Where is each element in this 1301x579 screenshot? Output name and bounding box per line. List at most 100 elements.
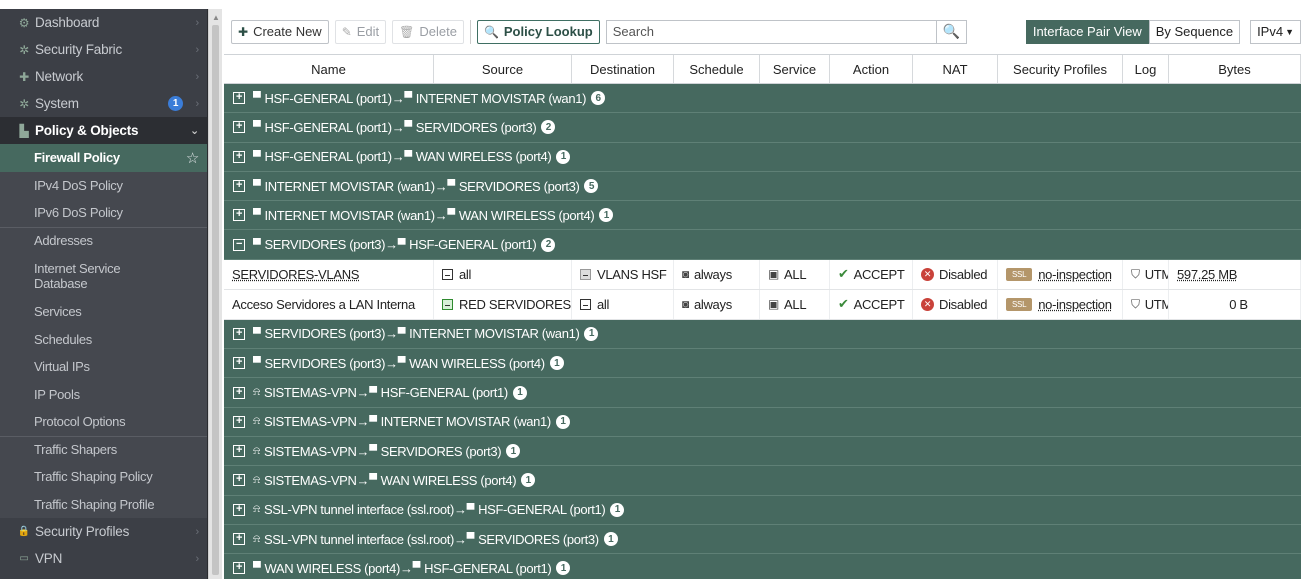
cell-name[interactable]: SERVIDORES-VLANS: [224, 259, 434, 289]
interface-pair-view-button[interactable]: Interface Pair View: [1025, 19, 1149, 44]
cell-name[interactable]: Acceso Servidores a LAN Interna: [224, 289, 434, 319]
scroll-up-icon[interactable]: ▲: [212, 13, 220, 22]
sidebar-item-addresses[interactable]: Addresses: [0, 226, 207, 254]
by-sequence-button[interactable]: By Sequence: [1148, 19, 1241, 44]
scrollbar-thumb[interactable]: [212, 25, 219, 575]
sidebar-item-security-fabric[interactable]: ✲ Security Fabric ›: [0, 36, 207, 63]
interface-pair-group-row[interactable]: + ▀ INTERNET MOVISTAR (wan1) → ▀ SERVIDORES…: [224, 171, 1301, 202]
sidebar-item-ip-pools[interactable]: IP Pools: [0, 380, 207, 408]
policy-lookup-button[interactable]: 🔍 Policy Lookup: [476, 19, 600, 44]
column-header-schedule[interactable]: Schedule: [674, 55, 760, 83]
edit-button[interactable]: ✎ Edit: [334, 19, 387, 44]
expand-icon[interactable]: +: [233, 562, 245, 575]
sidebar-item-dashboard[interactable]: ⚙ Dashboard ›: [0, 9, 207, 36]
sidebar-scrollbar[interactable]: ▲: [208, 9, 222, 579]
column-header-bytes[interactable]: Bytes: [1169, 55, 1301, 83]
column-header-service[interactable]: Service: [760, 55, 830, 83]
sidebar-item-firewall-policy[interactable]: Firewall Policy ☆: [0, 144, 207, 172]
vpn-interface-icon: ⍾: [253, 415, 260, 428]
delete-button[interactable]: 🗑 Delete: [392, 19, 464, 44]
cell-security-profiles: SSL no-inspection: [998, 259, 1123, 289]
sidebar-item-network[interactable]: ✚ Network ›: [0, 63, 207, 90]
security-profile-value[interactable]: no-inspection: [1038, 297, 1112, 312]
sidebar-item-ipv6-dos-policy[interactable]: IPv6 DoS Policy: [0, 199, 207, 227]
interface-pair-group-row[interactable]: + ▀ INTERNET MOVISTAR (wan1) → ▀ WAN WIRELE…: [224, 201, 1301, 231]
expand-icon[interactable]: +: [233, 121, 245, 134]
expand-icon[interactable]: +: [233, 92, 245, 105]
sidebar-item-label: Policy & Objects: [35, 123, 139, 138]
expand-icon[interactable]: +: [233, 533, 245, 545]
interface-pair-group-row[interactable]: + ▀ HSF-GENERAL (port1) → ▀ WAN WIRELESS (p…: [224, 142, 1301, 172]
interface-pair-group-row[interactable]: + ⍾ SSL-VPN tunnel interface (ssl.root) → …: [224, 495, 1301, 525]
column-header-action[interactable]: Action: [830, 55, 913, 83]
policy-name[interactable]: Acceso Servidores a LAN Interna: [232, 297, 415, 312]
column-header-destination[interactable]: Destination: [572, 55, 674, 83]
expand-icon[interactable]: +: [233, 180, 245, 193]
security-profile-value[interactable]: no-inspection: [1038, 267, 1112, 282]
expand-icon[interactable]: +: [233, 327, 245, 340]
interface-pair-group-row[interactable]: + ⍾ SISTEMAS-VPN → ▀ WAN WIRELESS (port4) 1: [224, 466, 1301, 496]
expand-icon[interactable]: +: [233, 209, 245, 222]
sidebar-item-vpn[interactable]: ▭ VPN ›: [0, 545, 207, 572]
search-button[interactable]: 🔍: [935, 20, 966, 43]
column-header-source[interactable]: Source: [434, 55, 572, 83]
group-destination-interface: SERVIDORES (port3): [478, 531, 599, 547]
interface-pair-group-row[interactable]: − ▀ SERVIDORES (port3) → ▀ HSF-GENERAL (por…: [224, 230, 1301, 260]
policy-name[interactable]: SERVIDORES-VLANS: [232, 267, 359, 282]
interface-icon: ▀: [447, 209, 455, 222]
sidebar-item-protocol-options[interactable]: Protocol Options: [0, 408, 207, 436]
ip-version-dropdown[interactable]: IPv4 ▼: [1250, 19, 1301, 44]
group-destination-interface: SERVIDORES (port3): [415, 119, 537, 135]
cell-destination: all: [572, 289, 674, 319]
sidebar-item-label: IPv6 DoS Policy: [34, 205, 123, 221]
interface-pair-group-row[interactable]: + ▀ HSF-GENERAL (port1) → ▀ SERVIDORES (por…: [224, 113, 1301, 143]
interface-pair-group-row[interactable]: + ▀ SERVIDORES (port3) → ▀ WAN WIRELESS (po…: [224, 349, 1301, 379]
column-header-nat[interactable]: NAT: [913, 55, 998, 83]
sidebar-item-virtual-ips[interactable]: Virtual IPs: [0, 353, 207, 381]
group-source-interface: SERVIDORES (port3): [264, 237, 386, 253]
collapse-icon[interactable]: −: [233, 238, 245, 251]
table-row[interactable]: SERVIDORES-VLANS all VLANS HSF ◙ always ▣ ALL ✔…: [224, 259, 1301, 290]
group-destination-interface: WAN WIRELESS (port4): [415, 149, 552, 165]
service-icon: ▣: [768, 297, 780, 312]
sidebar-item-traffic-shaping-policy[interactable]: Traffic Shaping Policy: [0, 463, 207, 491]
notification-badge: 1: [168, 96, 183, 111]
interface-pair-group-row[interactable]: + ⍾ SISTEMAS-VPN → ▀ HSF-GENERAL (port1) 1: [224, 378, 1301, 408]
interface-pair-group-row[interactable]: + ⍾ SSL-VPN tunnel interface (ssl.root) → …: [224, 524, 1301, 555]
search-input[interactable]: [606, 20, 936, 43]
expand-icon[interactable]: +: [233, 150, 245, 163]
vpn-interface-icon: ⍾: [253, 532, 260, 545]
expand-icon[interactable]: +: [233, 503, 245, 516]
column-header-log[interactable]: Log: [1123, 55, 1169, 83]
interface-pair-group-row[interactable]: + ⍾ SISTEMAS-VPN → ▀ INTERNET MOVISTAR (wan…: [224, 407, 1301, 437]
sidebar-item-ipv4-dos-policy[interactable]: IPv4 DoS Policy: [0, 171, 207, 199]
expand-icon[interactable]: +: [233, 386, 245, 399]
sidebar-item-system[interactable]: ✲ System 1 ›: [0, 90, 207, 117]
expand-icon[interactable]: +: [233, 357, 245, 370]
sidebar-item-traffic-shapers[interactable]: Traffic Shapers: [0, 435, 207, 463]
create-new-button[interactable]: ✚ Create New: [231, 19, 329, 44]
group-destination-interface: SERVIDORES (port3): [380, 443, 502, 459]
column-header-security-profiles[interactable]: Security Profiles: [998, 55, 1123, 83]
service-icon: ▣: [768, 267, 780, 282]
interface-pair-group-row[interactable]: + ▀ WAN WIRELESS (port4) → ▀ HSF-GENERAL (p…: [224, 554, 1301, 579]
sidebar-item-policy-objects[interactable]: ▙ Policy & Objects ⌄: [0, 117, 207, 144]
sidebar-item-label: IP Pools: [34, 386, 80, 402]
expand-icon[interactable]: +: [233, 474, 245, 487]
table-row[interactable]: Acceso Servidores a LAN Interna RED SERVI…: [224, 289, 1301, 320]
arrow-right-icon: →: [391, 119, 405, 135]
ssl-badge: SSL: [1006, 267, 1033, 281]
interface-pair-group-row[interactable]: + ▀ HSF-GENERAL (port1) → ▀ INTERNET MOVIST…: [224, 84, 1301, 114]
expand-icon[interactable]: +: [233, 445, 245, 458]
lock-icon: 🔒: [17, 526, 31, 537]
sidebar-item-security-profiles[interactable]: 🔒 Security Profiles ›: [0, 518, 207, 545]
sidebar-item-traffic-shaping-profile[interactable]: Traffic Shaping Profile: [0, 490, 207, 518]
column-header-name[interactable]: Name: [224, 55, 434, 83]
interface-pair-group-row[interactable]: + ▀ SERVIDORES (port3) → ▀ INTERNET MOVISTA…: [224, 319, 1301, 350]
star-icon[interactable]: ☆: [186, 149, 199, 167]
sidebar-item-internet-service-database[interactable]: Internet Service Database: [0, 254, 207, 298]
sidebar-item-schedules[interactable]: Schedules: [0, 325, 207, 353]
expand-icon[interactable]: +: [233, 415, 245, 428]
interface-pair-group-row[interactable]: + ⍾ SISTEMAS-VPN → ▀ SERVIDORES (port3) 1: [224, 436, 1301, 467]
sidebar-item-services[interactable]: Services: [0, 298, 207, 326]
